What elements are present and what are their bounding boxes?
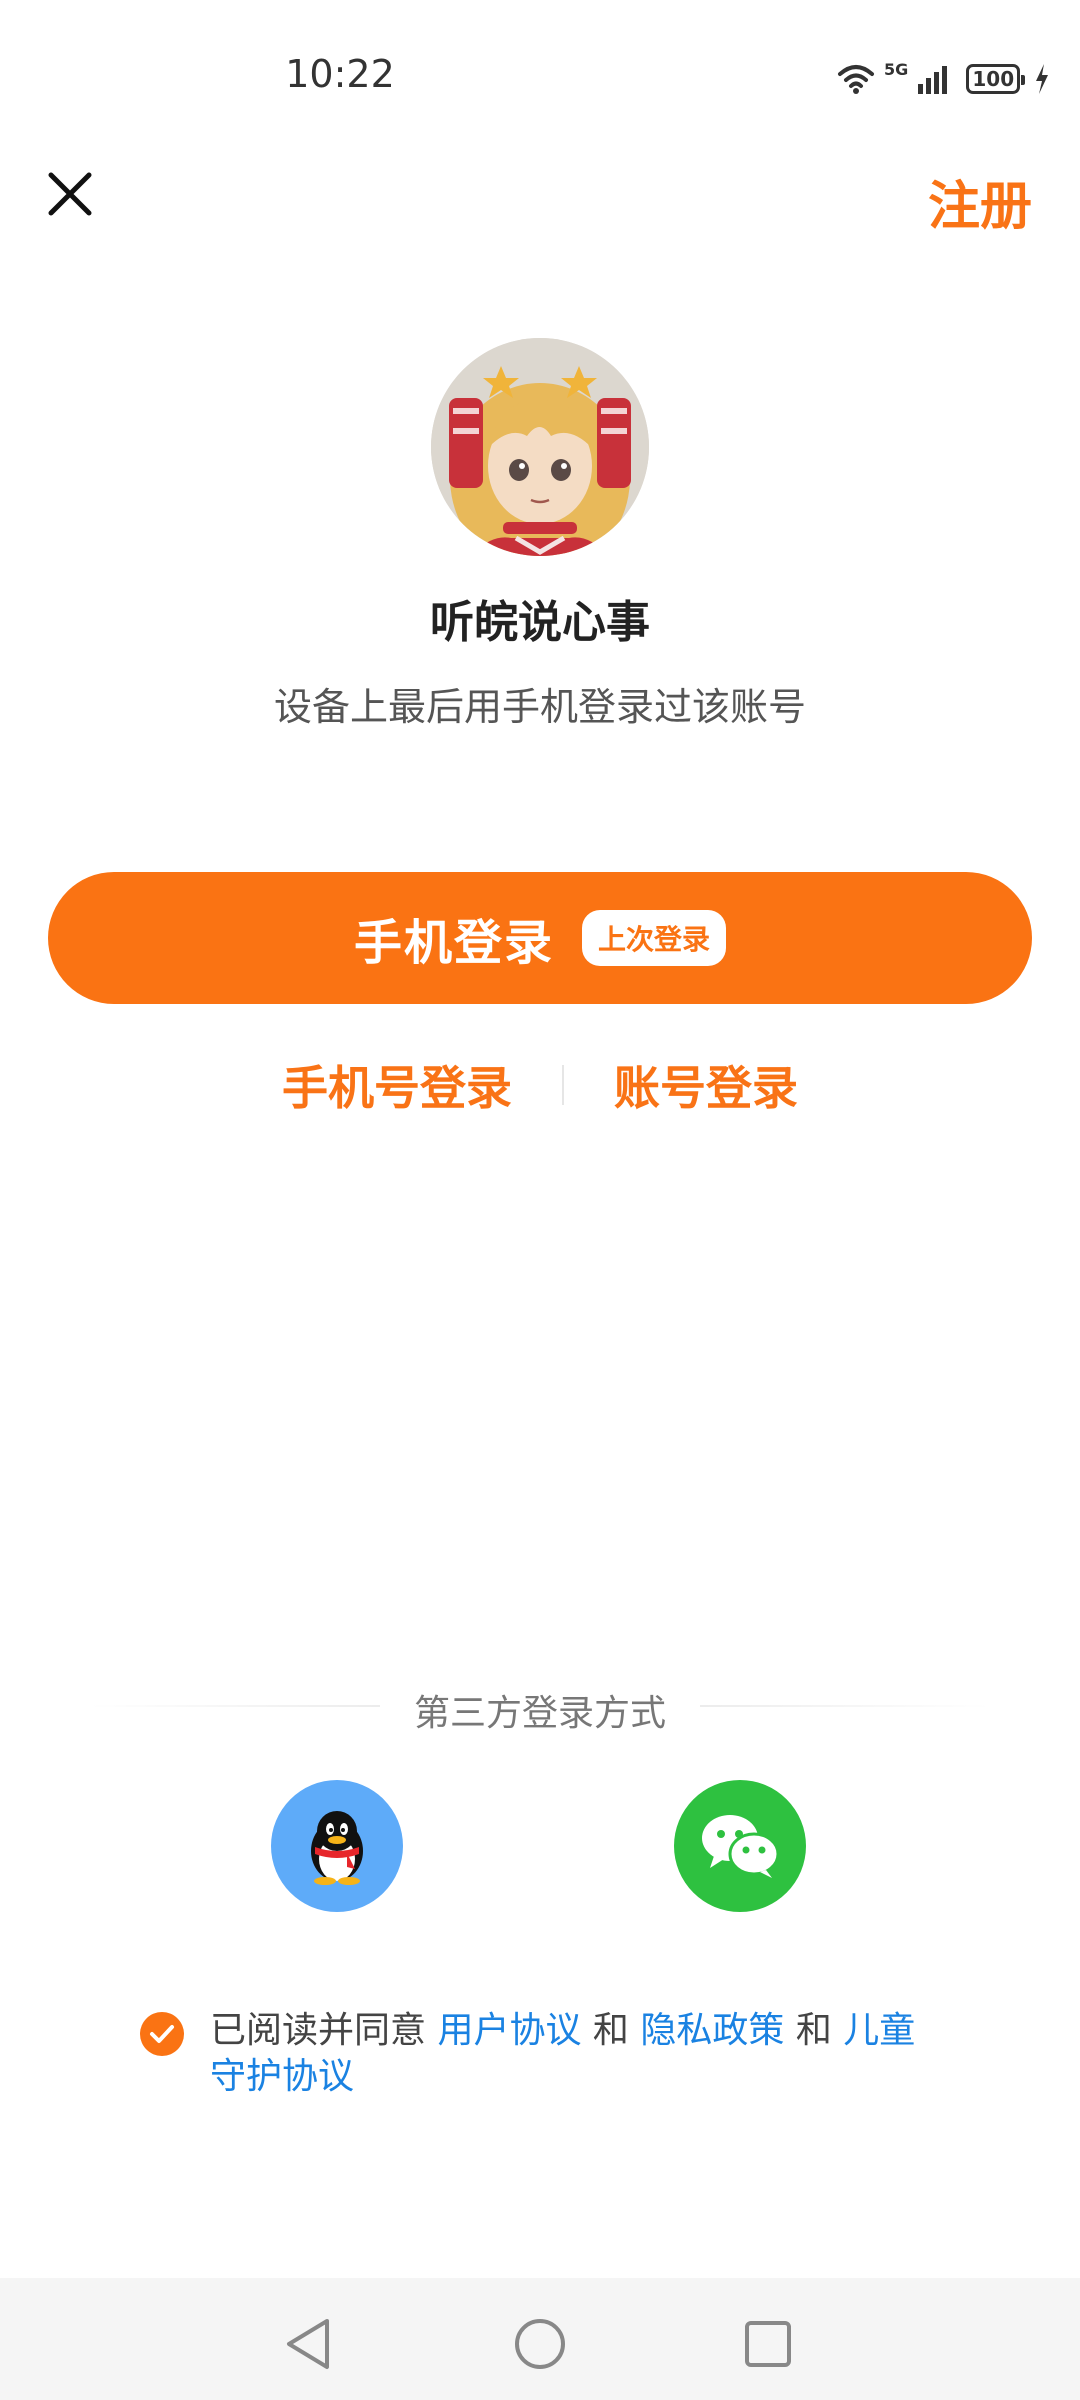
alternate-login-options: 手机号登录 账号登录 (0, 1052, 1080, 1118)
phone-number-login-link[interactable]: 手机号登录 (282, 1052, 512, 1118)
last-login-hint: 设备上最后用手机登录过该账号 (273, 685, 806, 729)
user-agreement-link[interactable]: 用户协议 (437, 2010, 581, 2051)
agreement-text: 已阅读并同意 用户协议 和 隐私政策 和 儿童守护协议 (210, 2008, 930, 2100)
status-time: 10:22 (285, 52, 395, 96)
back-button[interactable] (268, 2304, 348, 2384)
phone-login-button[interactable]: 手机登录 上次登录 (48, 872, 1032, 1004)
wechat-login-button[interactable] (674, 1780, 806, 1912)
charging-icon (1036, 64, 1049, 94)
network-type: 5G (884, 60, 909, 79)
qq-penguin-icon (311, 1811, 363, 1885)
avatar-illustration (431, 338, 649, 556)
recents-square-icon (745, 2321, 791, 2367)
home-button[interactable] (500, 2304, 580, 2384)
register-button[interactable]: 注册 (928, 164, 1032, 239)
home-circle-icon (515, 2319, 565, 2369)
third-party-title: 第三方登录方式 (413, 1693, 666, 1734)
agreement-checkbox[interactable] (140, 2012, 184, 2056)
divider (562, 1065, 564, 1105)
wechat-icon (702, 1815, 780, 1878)
back-triangle-icon (287, 2319, 329, 2369)
status-icons: 5G 100 (836, 58, 1050, 100)
avatar (431, 338, 649, 556)
signal-icon (918, 66, 948, 94)
wifi-icon (838, 65, 874, 94)
agreement-and: 和 (784, 2010, 844, 2051)
phone-login-label: 手机登录 (353, 915, 554, 971)
privacy-policy-link[interactable]: 隐私政策 (640, 2010, 784, 2051)
battery-level: 100 (972, 67, 1015, 91)
recents-button[interactable] (728, 2304, 808, 2384)
agreement-and: 和 (581, 2010, 641, 2051)
checkmark-icon (150, 2025, 174, 2043)
last-login-badge: 上次登录 (582, 910, 727, 966)
close-icon (48, 172, 92, 216)
battery-icon: 100 (966, 64, 1026, 94)
agreement-prefix: 已阅读并同意 (210, 2010, 438, 2051)
account-login-link[interactable]: 账号登录 (614, 1052, 798, 1118)
qq-login-button[interactable] (271, 1780, 403, 1912)
account-name: 听皖说心事 (430, 597, 650, 648)
close-button[interactable] (40, 164, 100, 224)
